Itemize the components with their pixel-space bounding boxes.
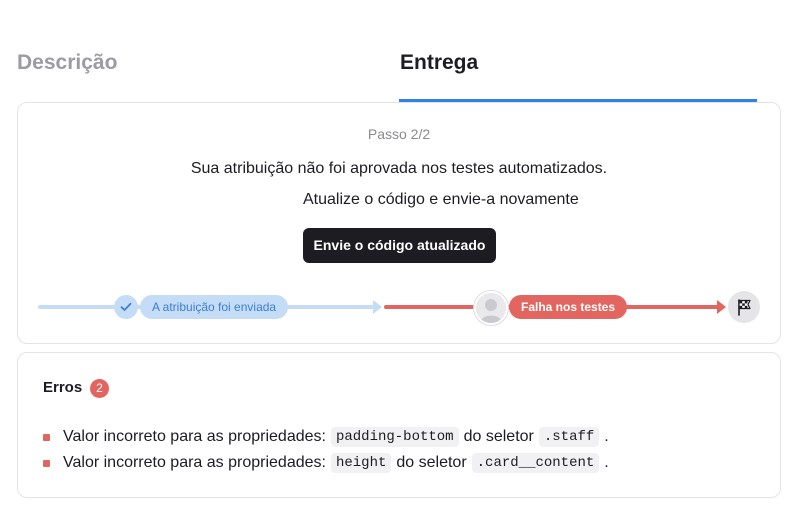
check-icon xyxy=(114,295,138,319)
error-property-code: padding-bottom xyxy=(330,427,459,447)
tabs: Descrição Entrega xyxy=(17,0,757,102)
error-text: do seletor xyxy=(396,454,467,471)
bullet-icon xyxy=(43,459,50,467)
user-avatar-icon xyxy=(474,291,508,325)
submission-progress: A atribuição foi enviada Falha nos teste… xyxy=(18,283,780,333)
submission-card: Passo 2/2 Sua atribuição não foi aprovad… xyxy=(17,102,781,344)
step-indicator: Passo 2/2 xyxy=(367,126,431,142)
error-text: do seletor xyxy=(463,428,534,445)
errors-card: Erros 2 Valor incorreto para as propried… xyxy=(17,352,781,498)
submit-updated-code-button[interactable]: Envie o código atualizado xyxy=(303,228,496,263)
error-selector-code: .staff xyxy=(538,427,600,447)
step-submitted-badge: A atribuição foi enviada xyxy=(140,295,289,319)
errors-title: Erros xyxy=(43,379,83,396)
errors-count-badge: 2 xyxy=(90,379,109,398)
error-property-code: height xyxy=(330,453,392,473)
error-item: Valor incorreto para as propriedades: he… xyxy=(43,453,609,473)
checkered-flag-icon xyxy=(728,291,760,323)
error-text: . xyxy=(604,454,609,471)
status-message: Sua atribuição não foi aprovada nos test… xyxy=(190,160,608,177)
error-text: . xyxy=(604,428,609,445)
step-tests-failed-badge: Falha nos testes xyxy=(509,295,628,319)
error-text: Valor incorreto para as propriedades: xyxy=(63,428,326,445)
progress-arrow-failed xyxy=(717,300,726,314)
error-item: Valor incorreto para as propriedades: pa… xyxy=(43,427,609,447)
progress-arrow-done xyxy=(373,300,382,314)
tab-entrega[interactable]: Entrega xyxy=(400,51,478,75)
error-selector-code: .card__content xyxy=(471,453,600,473)
bullet-icon xyxy=(43,433,50,441)
tab-descricao[interactable]: Descrição xyxy=(17,51,117,75)
instruction-message: Atualize o código e envie-a novamente xyxy=(303,191,579,208)
error-text: Valor incorreto para as propriedades: xyxy=(63,454,326,471)
